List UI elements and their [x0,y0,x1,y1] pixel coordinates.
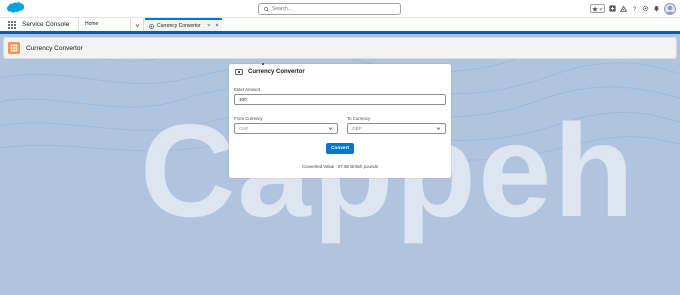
chevron-down-icon [436,127,441,131]
from-currency-label: From Currency [234,116,263,121]
money-icon [235,69,243,75]
navigation-bar: Service Console Home Currency Convertor [0,17,680,32]
tab-controls [207,23,219,27]
amount-input[interactable]: 100 [234,94,446,105]
app-launcher-icon[interactable] [8,21,16,29]
to-currency-label: To Currency [347,116,371,121]
card-header: Currency Convertor [235,69,305,75]
amount-label: Enter Amount [234,87,261,92]
to-currency-select[interactable]: GBP [347,123,446,134]
svg-text:?: ? [633,6,637,12]
favorites-star-icon[interactable] [592,5,598,12]
nav-item-home[interactable]: Home [78,18,130,32]
tab-chevron-down-icon[interactable] [207,23,211,27]
page-header-icon [8,42,20,54]
tab-currency-convertor[interactable]: Currency Convertor [145,18,222,32]
trailhead-icon[interactable] [620,5,627,12]
from-currency-value: CHF [239,126,249,131]
tab-label: Currency Convertor [157,23,201,29]
tab-object-icon [149,23,154,29]
avatar-icon [666,5,674,14]
global-header: Search... ? [0,0,680,17]
search-placeholder: Search... [272,6,293,12]
notifications-bell-icon[interactable] [653,5,660,12]
convert-button[interactable]: Convert [326,143,354,154]
custom-tab-icon [10,44,18,52]
chevron-down-icon [135,23,139,27]
chevron-down-icon [328,127,333,131]
card-marker [262,63,264,65]
favorites-dropdown-icon[interactable] [599,7,603,11]
header-utility-icons: ? [590,2,676,15]
nav-item-home-label: Home [85,21,99,27]
to-currency-value: GBP [352,126,362,131]
global-actions-icon[interactable] [609,5,616,12]
from-currency-select[interactable]: CHF [234,123,338,134]
favorites-group[interactable] [590,4,605,13]
currency-converter-card: Currency Convertor Enter Amount 100 From… [229,63,451,178]
navigation-menu-button[interactable] [130,18,144,32]
page-title: Currency Convertor [26,44,83,52]
user-avatar[interactable] [664,2,676,15]
converted-value-text: Converted Value : 87.86 British pounds [301,164,379,169]
card-title: Currency Convertor [248,69,305,75]
help-icon[interactable]: ? [631,5,638,12]
salesforce-logo[interactable] [5,2,24,15]
setup-gear-icon[interactable] [642,5,649,12]
tab-close-icon[interactable] [215,23,219,27]
app-name: Service Console [22,21,70,28]
search-icon [264,6,269,12]
global-search-input[interactable]: Search... [258,3,401,15]
page-header: Currency Convertor [3,37,677,59]
